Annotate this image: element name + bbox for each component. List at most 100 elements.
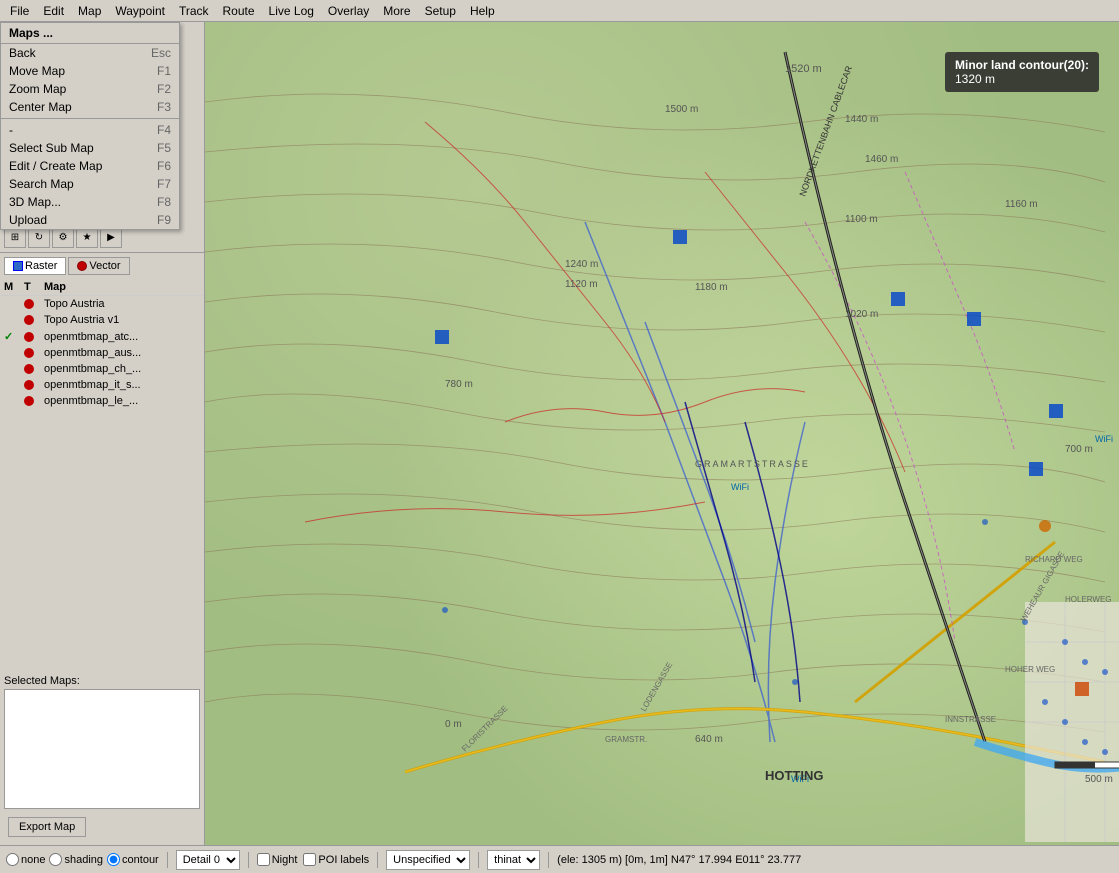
main-area: Maps ... Back Esc Move Map F1 Zoom Map F… [0,22,1119,845]
radio-shading-input[interactable] [49,853,62,866]
svg-text:1460 m: 1460 m [865,154,898,165]
dropdown-zoom-map[interactable]: Zoom Map F2 [1,80,179,98]
menu-livelog[interactable]: Live Log [263,2,320,20]
dropdown-f4[interactable]: - F4 [1,121,179,139]
menu-track[interactable]: Track [173,2,215,20]
dropdown-move-map[interactable]: Move Map F1 [1,62,179,80]
status-sep-3 [377,852,378,868]
svg-text:HOLERWEG: HOLERWEG [1065,595,1112,604]
svg-text:1120 m: 1120 m [565,279,598,290]
svg-text:WiFi: WiFi [1095,434,1113,444]
svg-text:1100 m: 1100 m [845,214,878,225]
map-tooltip: Minor land contour(20): 1320 m [945,52,1099,92]
map-row-2[interactable]: ✓ openmtbmap_atc... [0,328,204,345]
radio-none-input[interactable] [6,853,19,866]
dropdown-separator-1 [1,118,179,119]
poi-label: POI labels [318,854,369,866]
export-map-button[interactable]: Export Map [8,817,86,837]
map-canvas[interactable]: WiFi WiFi WiFi [205,22,1119,845]
type-2 [24,332,44,342]
menu-more[interactable]: More [377,2,416,20]
dropdown-f4-label: - [9,123,13,137]
map-row-0[interactable]: Topo Austria [0,296,204,312]
svg-text:640 m: 640 m [695,734,723,745]
col-header-t: T [24,281,44,293]
type-0 [24,299,44,309]
status-sep-1 [167,852,168,868]
poi-checkbox-label[interactable]: POI labels [303,853,369,866]
map-row-4[interactable]: openmtbmap_ch_... [0,361,204,377]
map-area[interactable]: WiFi WiFi WiFi [205,22,1119,845]
menu-route[interactable]: Route [217,2,261,20]
detail-select[interactable]: Detail 0 Detail 1 Detail 2 [176,850,240,870]
dropdown-center-map[interactable]: Center Map F3 [1,98,179,116]
status-sep-2 [248,852,249,868]
radio-none-label: none [21,854,45,866]
night-label: Night [272,854,298,866]
selected-maps-area: Selected Maps: Export Map [0,671,204,845]
menu-overlay[interactable]: Overlay [322,2,375,20]
type-6 [24,396,44,406]
col-headers: M T Map [0,279,204,296]
status-sep-4 [478,852,479,868]
menu-help[interactable]: Help [464,2,501,20]
dropdown-select-sub-map[interactable]: Select Sub Map F5 [1,139,179,157]
map-list-area: ⊞ ↻ ⚙ ★ ▶ Raster Vector M T [0,222,204,845]
map-name-1: Topo Austria v1 [44,314,200,326]
radio-shading[interactable]: shading [49,853,103,866]
map-row-5[interactable]: openmtbmap_it_s... [0,377,204,393]
map-name-3: openmtbmap_aus... [44,347,200,359]
dropdown-center-map-label: Center Map [9,100,72,114]
tooltip-value: 1320 m [955,72,1089,86]
menu-setup[interactable]: Setup [419,2,462,20]
dropdown-search-map[interactable]: Search Map F7 [1,175,179,193]
svg-text:INNSTRASSE: INNSTRASSE [945,715,996,724]
dropdown-upload[interactable]: Upload F9 [1,211,179,229]
status-sep-5 [548,852,549,868]
type-3 [24,348,44,358]
svg-text:GRAMSTR.: GRAMSTR. [605,735,647,744]
poi-checkbox[interactable] [303,853,316,866]
dropdown-3d-map-label: 3D Map... [9,195,61,209]
menu-map[interactable]: Map [72,2,107,20]
radio-contour-label: contour [122,854,159,866]
terrain-radio-group: none shading contour [6,853,159,866]
radio-contour-input[interactable] [107,853,120,866]
menu-waypoint[interactable]: Waypoint [109,2,171,20]
dropdown-3d-map[interactable]: 3D Map... F8 [1,193,179,211]
check-2: ✓ [4,330,24,343]
radio-contour[interactable]: contour [107,853,159,866]
svg-text:1500 m: 1500 m [665,104,698,115]
menubar: File Edit Map Waypoint Track Route Live … [0,0,1119,22]
profile-select[interactable]: thinat [487,850,540,870]
coordinates-text: (ele: 1305 m) [0m, 1m] N47° 17.994 E011°… [557,854,801,866]
map-name-5: openmtbmap_it_s... [44,379,200,391]
map-name-4: openmtbmap_ch_... [44,363,200,375]
tab-raster[interactable]: Raster [4,257,66,275]
map-row-3[interactable]: openmtbmap_aus... [0,345,204,361]
night-checkbox[interactable] [257,853,270,866]
night-checkbox-label[interactable]: Night [257,853,298,866]
svg-text:780 m: 780 m [445,379,473,390]
svg-text:HOTTING: HOTTING [765,768,824,783]
dropdown-select-sub-map-label: Select Sub Map [9,141,94,155]
menu-file[interactable]: File [4,2,35,20]
dropdown-upload-label: Upload [9,213,47,227]
svg-text:0 m: 0 m [445,719,462,730]
raster-icon [13,261,23,271]
vector-label: Vector [89,260,120,272]
dropdown-edit-create-map[interactable]: Edit / Create Map F6 [1,157,179,175]
dropdown-back[interactable]: Back Esc [1,44,179,62]
selected-maps-label: Selected Maps: [4,675,200,687]
map-row-6[interactable]: openmtbmap_le_... [0,393,204,409]
svg-text:1240 m: 1240 m [565,259,598,270]
tab-vector[interactable]: Vector [68,257,129,275]
map-svg: WiFi WiFi WiFi [205,22,1119,845]
map-row-1[interactable]: Topo Austria v1 [0,312,204,328]
radio-none[interactable]: none [6,853,45,866]
dropdown-back-label: Back [9,46,36,60]
svg-text:1440 m: 1440 m [845,114,878,125]
menu-edit[interactable]: Edit [37,2,70,20]
unspecified-select[interactable]: Unspecified [386,850,470,870]
map-list: Topo Austria Topo Austria v1 ✓ openmtbma… [0,296,204,671]
